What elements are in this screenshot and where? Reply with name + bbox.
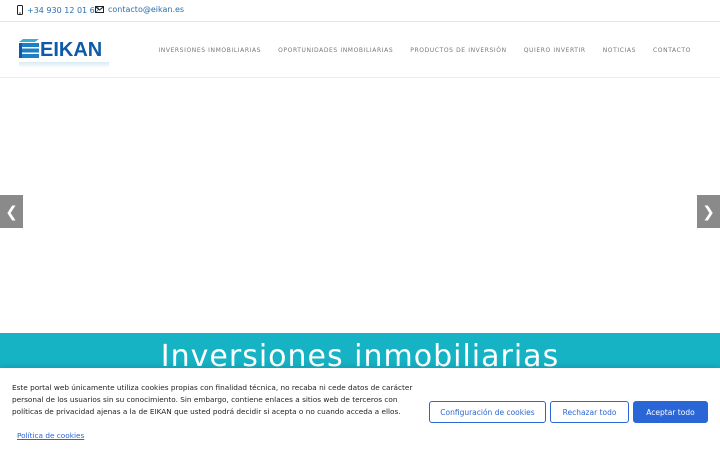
main-navigation: INVERSIONES INMOBILIARIAS OPORTUNIDADES …: [158, 47, 691, 54]
slider-next-button[interactable]: ❯: [697, 195, 720, 228]
cookie-consent-banner: Este portal web únicamente utiliza cooki…: [0, 368, 720, 450]
email-link[interactable]: contacto@eikan.es: [95, 5, 184, 14]
chevron-left-icon: ❮: [5, 202, 18, 221]
nav-quiero-invertir[interactable]: QUIERO INVERTIR: [524, 47, 586, 54]
nav-productos-de-inversion[interactable]: PRODUCTOS DE INVERSIÓN: [410, 47, 506, 54]
site-header: EIKAN INVERSIONES INMOBILIARIAS OPORTUNI…: [0, 22, 720, 78]
building-stack-icon: [19, 38, 41, 62]
cookie-settings-button[interactable]: Configuración de cookies: [429, 401, 546, 423]
accept-all-button[interactable]: Aceptar todo: [633, 401, 708, 423]
logo-reflection: [19, 62, 109, 68]
email-address: contacto@eikan.es: [108, 5, 185, 14]
mobile-phone-icon: [17, 5, 23, 15]
cookie-policy-link[interactable]: Política de cookies: [17, 431, 84, 440]
hero-slider: ❮ ❯: [0, 79, 720, 333]
phone-link[interactable]: +34 930 12 01 62: [17, 5, 100, 15]
slider-prev-button[interactable]: ❮: [0, 195, 23, 228]
top-contact-bar: +34 930 12 01 62 contacto@eikan.es: [0, 0, 720, 22]
site-logo[interactable]: EIKAN: [19, 36, 109, 68]
envelope-icon: [95, 6, 104, 13]
cookie-message: Este portal web únicamente utiliza cooki…: [12, 383, 413, 416]
nav-oportunidades-inmobiliarias[interactable]: OPORTUNIDADES INMOBILIARIAS: [278, 47, 393, 54]
section-title-band: Inversiones inmobiliarias: [0, 333, 720, 373]
nav-inversiones-inmobiliarias[interactable]: INVERSIONES INMOBILIARIAS: [158, 47, 261, 54]
chevron-right-icon: ❯: [702, 202, 715, 221]
nav-noticias[interactable]: NOTICIAS: [603, 47, 636, 54]
phone-number: +34 930 12 01 62: [27, 5, 100, 15]
reject-all-button[interactable]: Rechazar todo: [550, 401, 629, 423]
nav-contacto[interactable]: CONTACTO: [653, 47, 691, 54]
logo-text: EIKAN: [40, 39, 103, 61]
